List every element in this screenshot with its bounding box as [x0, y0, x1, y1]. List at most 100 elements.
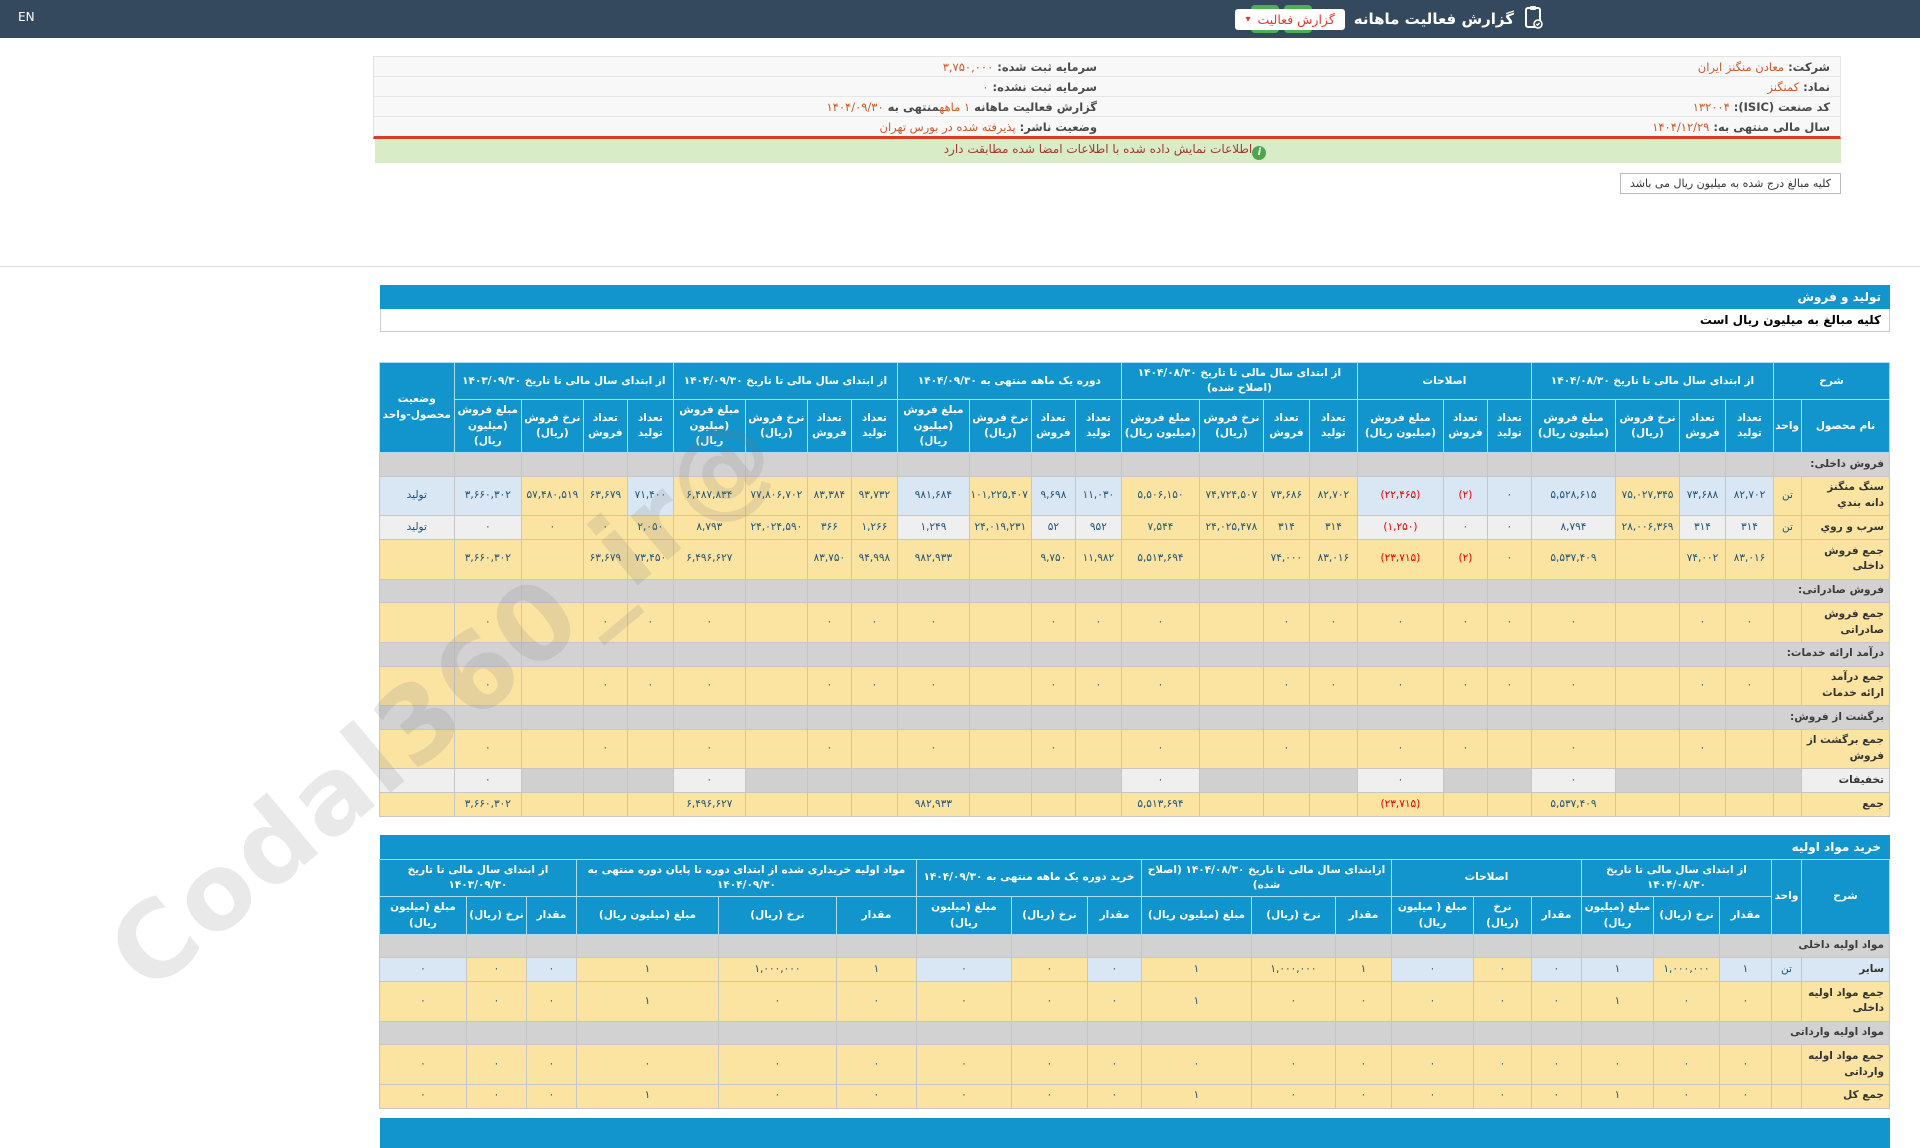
value-cell: ۳۱۴ — [1308, 515, 1358, 541]
value-cell: ۰ — [835, 981, 917, 1022]
empty-cell — [1473, 933, 1532, 959]
info-row: کد صنعت (ISIC): ۱۳۲۰۰۴ گزارش فعالیت ماهان… — [374, 96, 1840, 117]
empty-cell — [896, 578, 970, 604]
value-cell: ۰ — [1531, 981, 1582, 1022]
value-cell: ۰ — [1679, 728, 1726, 770]
value-cell: ۰ — [1486, 539, 1532, 580]
data-row: سنگ منگنز دانه بندي تن ۸۲,۷۰۲ ۷۳,۶۸۸ ۷۵,۰۲۷,… — [378, 475, 1890, 517]
status-cell — [378, 539, 455, 580]
value-cell: ۰ — [835, 1083, 917, 1109]
data-row: سرب و روي تن ۳۱۴ ۳۱۴ ۲۸,۰۰۶,۳۶۹ ۸,۷۹۴ ۰ ۰ (۱,۲۵۰… — [378, 515, 1890, 541]
value-cell — [1198, 602, 1264, 643]
signature-match-text: اطلاعات نمایش داده شده با اطلاعات امضا ش… — [943, 142, 1253, 156]
empty-cell — [1140, 1020, 1252, 1046]
value-cell — [520, 792, 584, 817]
value-cell: ۰ — [896, 665, 970, 707]
value-cell — [1486, 792, 1532, 817]
value-cell — [1074, 792, 1122, 817]
value-cell — [744, 768, 808, 794]
value-cell: ۰ — [1390, 957, 1475, 983]
column-header: مقدار — [1531, 896, 1582, 935]
info-cell: کد صنعت (ISIC): ۱۳۲۰۰۴ — [1107, 96, 1840, 117]
empty-cell — [1725, 578, 1774, 604]
value-cell: ۷۵,۰۲۷,۳۴۵ — [1615, 475, 1680, 517]
column-header: تعداد فروش — [1442, 399, 1488, 454]
value-cell: (۲) — [1442, 475, 1488, 517]
empty-cell — [835, 1020, 917, 1046]
language-toggle[interactable]: EN — [18, 10, 35, 24]
section-divider — [0, 266, 1920, 267]
value-cell — [968, 728, 1032, 770]
column-header: مبلغ ( میلیون ریال) — [1390, 896, 1475, 935]
value-cell — [968, 665, 1032, 707]
empty-cell — [968, 705, 1032, 730]
value-cell: ۷۴,۰۰۰ — [1262, 539, 1310, 580]
column-group-header: از ابتدای سال مالی تا تاریخ ۱۴۰۴/۰۹/۳۰ — [672, 361, 898, 401]
signature-match-banner: iاطلاعات نمایش داده شده با اطلاعات امضا … — [375, 139, 1841, 163]
value-cell: ۵۲ — [1030, 515, 1076, 541]
empty-cell — [1530, 641, 1617, 667]
empty-cell — [582, 452, 628, 477]
row-label: جمع فروش صادراتی — [1801, 602, 1890, 643]
empty-cell — [1486, 578, 1532, 604]
value-cell: ۸۳,۷۵۰ — [806, 539, 852, 580]
section-band-production-sales: تولید و فروش — [380, 285, 1890, 309]
value-cell: ۰ — [1719, 1044, 1772, 1085]
info-label: نماد: — [1799, 79, 1830, 94]
unit-cell — [1771, 1083, 1802, 1109]
value-cell: ۵,۵۳۷,۴۰۹ — [1530, 792, 1617, 817]
info-cell: سرمایه ثبت نشده: ۰ — [374, 76, 1107, 97]
empty-cell — [1530, 578, 1617, 604]
column-group-header: خرید دوره یک ماهه منتهی به ۱۴۰۴/۰۹/۳۰ — [915, 858, 1142, 898]
empty-cell — [1030, 452, 1076, 477]
row-label: سنگ منگنز دانه بندي — [1801, 475, 1890, 517]
value-cell — [968, 792, 1032, 817]
value-cell: ۰ — [1120, 602, 1200, 643]
column-header: مبلغ (میلیون ریال) — [915, 896, 1012, 935]
column-header: مقدار — [1334, 896, 1392, 935]
empty-cell — [1120, 578, 1200, 604]
value-cell: ۲۴,۰۲۵,۴۷۸ — [1198, 515, 1264, 541]
column-header: مبلغ (میلیون ریال) — [378, 896, 467, 935]
value-cell: ۰ — [1010, 1083, 1088, 1109]
column-header: مبلغ فروش (میلیون ریال) — [672, 399, 746, 454]
value-cell — [896, 768, 970, 794]
report-type-dropdown[interactable]: گزارش فعالیت ▾ — [1235, 8, 1345, 30]
value-cell — [1615, 768, 1680, 794]
info-label: گزارش فعالیت ماهانه — [970, 99, 1097, 114]
value-cell — [1262, 792, 1310, 817]
value-cell: ۰ — [915, 1083, 1012, 1109]
value-cell: ۰ — [465, 1083, 527, 1109]
value-cell: ۱ — [1334, 957, 1392, 983]
value-cell: ۳۱۴ — [1262, 515, 1310, 541]
amounts-note-row: کلیه مبالغ به میلیون ریال است — [380, 309, 1890, 332]
value-cell — [1030, 792, 1076, 817]
unit-cell — [1773, 539, 1802, 580]
value-cell: ۰ — [453, 665, 522, 707]
row-label: جمع برگشت از فروش — [1801, 728, 1890, 770]
data-row: جمع فروش صادراتی ۰ ۰ ۰ ۰ ۰ ۰ ۰ ۰ ۰ ۰ ۰ ۰ ۰ ۰ ۰ ۰ ۰ ۰ — [378, 602, 1890, 643]
value-cell: ۰ — [1074, 665, 1122, 707]
info-cell: سرمایه ثبت شده: ۳,۷۵۰,۰۰۰ — [374, 57, 1107, 77]
empty-cell — [1198, 705, 1264, 730]
value-cell: ۰ — [1442, 728, 1488, 770]
data-row: سایر تن ۱ ۱,۰۰۰,۰۰۰ ۱ ۰ ۰ ۰ ۱ ۱,۰۰۰,۰۰۰ ۱ ۰ ۰ ۰ ۱ ۱,۰۰۰… — [378, 957, 1890, 983]
value-cell: ۰ — [626, 602, 674, 643]
value-cell: ۵,۵۲۸,۶۱۵ — [1530, 475, 1617, 517]
empty-cell — [626, 452, 674, 477]
value-cell: ۰ — [806, 602, 852, 643]
value-cell: ۰ — [1250, 1044, 1336, 1085]
info-cell: سال مالی منتهی به: ۱۴۰۴/۱۲/۲۹ — [1107, 116, 1840, 136]
empty-cell — [1356, 452, 1444, 477]
value-cell — [744, 539, 808, 580]
empty-cell — [520, 578, 584, 604]
empty-cell — [896, 452, 970, 477]
empty-cell — [1250, 933, 1336, 959]
value-cell: ۰ — [1086, 1083, 1142, 1109]
value-cell — [850, 792, 898, 817]
value-cell: ۰ — [1530, 602, 1617, 643]
value-cell: ۰ — [1308, 602, 1358, 643]
value-cell: ۰ — [1531, 957, 1582, 983]
empty-cell — [1486, 705, 1532, 730]
empty-cell — [717, 933, 837, 959]
